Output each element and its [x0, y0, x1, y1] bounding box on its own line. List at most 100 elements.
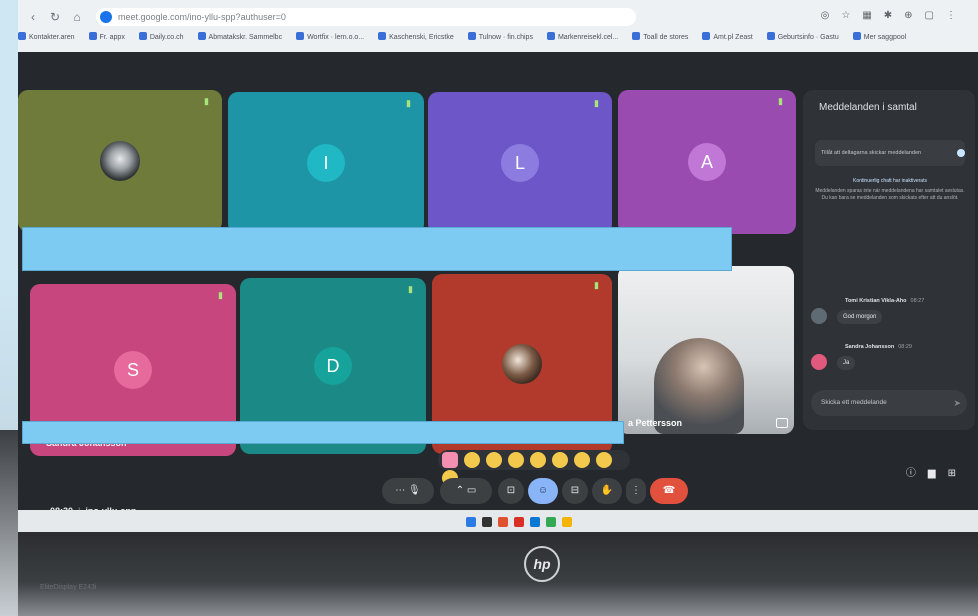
chat-permission-toggle[interactable] — [957, 149, 965, 157]
hp-logo: hp — [524, 546, 560, 582]
monitor-model-label: EliteDisplay E243i — [40, 584, 97, 591]
info-icon[interactable]: ⓘ — [906, 464, 916, 479]
reactions-bar — [438, 450, 630, 486]
mic-icon: ▮ — [408, 284, 413, 294]
browser-icon[interactable] — [530, 517, 540, 527]
bookmark-item[interactable]: Amt.pl Zeast — [702, 32, 753, 41]
address-bar[interactable]: meet.google.com/ino-yllu-spp?authuser=0 — [96, 8, 636, 26]
bookmark-item[interactable]: Abmatakskr. Sammelbc — [197, 32, 283, 41]
app-icon[interactable] — [498, 517, 508, 527]
folder-icon[interactable] — [562, 517, 572, 527]
bookmark-icon — [197, 32, 206, 40]
chrome-icon[interactable] — [546, 517, 556, 527]
home-icon[interactable]: ⌂ — [70, 10, 84, 24]
bookmark-label: Kaschenski, Ericstke — [389, 34, 454, 41]
bookmark-item[interactable]: Tulnow · fin.chips — [467, 32, 533, 41]
bookmark-item[interactable]: Daily.co.ch — [138, 32, 184, 41]
activities-icon[interactable]: ⊞ — [948, 468, 956, 479]
bookmark-icon — [138, 32, 147, 40]
url-text: meet.google.com/ino-yllu-spp?authuser=0 — [118, 12, 286, 22]
more-options-button[interactable]: ⋮ — [626, 478, 646, 504]
sad-reaction-icon[interactable] — [574, 452, 590, 468]
chat-icon[interactable]: ▆ — [928, 468, 936, 479]
avatar: I — [307, 144, 345, 182]
bookmark-label: Markenreisekl.cel... — [557, 34, 619, 41]
captions-button[interactable]: ⊡ — [498, 478, 524, 504]
mic-icon: ▮ — [406, 98, 411, 108]
camera-button[interactable]: ⌃ ▭ — [440, 478, 492, 504]
bookmark-icon — [632, 32, 641, 40]
avatar: L — [501, 144, 539, 182]
message-bubble: God morgon — [837, 310, 883, 324]
participant-tile[interactable]: a Pettersson — [618, 266, 794, 434]
app-icon[interactable] — [514, 517, 524, 527]
avatar: A — [688, 143, 726, 181]
microphone-button[interactable]: ⋯ 🎙 — [382, 478, 434, 504]
chat-permission-row[interactable]: Tillåt att deltagarna skickar meddelande… — [815, 140, 965, 166]
thinking-reaction-icon[interactable] — [596, 452, 612, 468]
back-icon[interactable]: ‹ — [26, 10, 40, 24]
bookmark-label: Toall de stores — [643, 34, 689, 41]
url-row: ‹ ↻ ⌂ meet.google.com/ino-yllu-spp?authu… — [18, 6, 978, 28]
taskbar — [18, 510, 978, 532]
bookmark-icon — [18, 32, 26, 40]
chat-panel: Meddelanden i samtal Tillåt att deltagar… — [803, 90, 975, 430]
chat-title: Meddelanden i samtal — [819, 102, 917, 113]
message-bubble: Ja — [837, 356, 856, 370]
avatar: S — [114, 351, 152, 389]
thumbs-up-reaction-icon[interactable] — [464, 452, 480, 468]
send-icon[interactable]: ➤ — [953, 390, 961, 416]
search-icon[interactable] — [482, 517, 492, 527]
bookmark-item[interactable]: Mer saggpool — [852, 32, 907, 41]
chat-input[interactable]: Skicka ett meddelande ➤ — [811, 390, 967, 416]
start-icon[interactable] — [466, 517, 476, 527]
redaction-bar — [22, 421, 624, 444]
bookmark-item[interactable]: Kontakter.aren — [18, 32, 75, 41]
participant-tile[interactable]: ▮ I — [228, 92, 424, 234]
participant-tile[interactable]: ▮ L — [428, 92, 612, 234]
heart-reaction-icon[interactable] — [442, 452, 458, 468]
laugh-reaction-icon[interactable] — [530, 452, 546, 468]
surprised-reaction-icon[interactable] — [552, 452, 568, 468]
bookmark-item[interactable]: Markenreisekl.cel... — [546, 32, 619, 41]
browser-toolbar-icons[interactable]: ◎☆▦✱⊕▢⋮ — [821, 10, 968, 21]
mic-icon: ▮ — [204, 96, 209, 106]
bookmark-item[interactable]: Geburtsinfo · Gastu — [766, 32, 839, 41]
mic-icon: ▮ — [778, 96, 783, 106]
mic-icon: ▮ — [218, 290, 223, 300]
message-time: 08:29 — [898, 344, 912, 350]
message-author: Sandra Johansson — [845, 344, 895, 350]
raise-hand-button[interactable]: ✋ — [592, 478, 622, 504]
bookmark-label: Tulnow · fin.chips — [478, 34, 533, 41]
bookmark-item[interactable]: Fr. appx — [88, 32, 125, 41]
participant-tile[interactable]: ▮ A — [618, 90, 796, 234]
chat-permission-label: Tillåt att deltagarna skickar meddelande… — [821, 150, 922, 156]
party-reaction-icon[interactable] — [486, 452, 502, 468]
leave-call-button[interactable]: ☎ — [650, 478, 688, 504]
background-strip — [0, 430, 18, 616]
bookmark-label: Daily.co.ch — [149, 34, 184, 41]
avatar: D — [314, 347, 352, 385]
pin-icon[interactable] — [776, 418, 788, 428]
site-info-icon[interactable] — [100, 11, 112, 23]
bookmark-label: Amt.pl Zeast — [713, 34, 753, 41]
bookmark-item[interactable]: Toall de stores — [632, 32, 688, 41]
bookmark-label: Abmatakskr. Sammelbc — [208, 34, 283, 41]
mic-icon: ▮ — [594, 280, 599, 290]
reload-icon[interactable]: ↻ — [48, 10, 62, 24]
bookmark-item[interactable]: Kaschenski, Ericstke — [378, 32, 454, 41]
taskbar-icons — [466, 514, 578, 532]
present-button[interactable]: ⊟ — [562, 478, 588, 504]
emoji-button[interactable]: ☺ — [528, 478, 558, 504]
bookmark-item[interactable]: Wortfix · lern.o.o... — [296, 32, 364, 41]
avatar — [811, 308, 827, 324]
meeting-side-controls: ⓘ ▆ ⊞ — [894, 464, 956, 479]
bookmark-label: Mer saggpool — [863, 34, 907, 41]
bookmark-icon — [546, 32, 555, 40]
chat-note-body: Meddelanden sparas inte när meddelandena… — [815, 188, 965, 201]
participant-tile[interactable]: ▮ — [18, 90, 222, 232]
message-time: 08:27 — [910, 298, 925, 304]
bookmarks-bar: Kontakter.aren Fr. appx Daily.co.ch Abmatak… — [18, 32, 978, 48]
clap-reaction-icon[interactable] — [508, 452, 524, 468]
message-author: Tomi Kristian Vikla-Aho — [845, 298, 907, 304]
